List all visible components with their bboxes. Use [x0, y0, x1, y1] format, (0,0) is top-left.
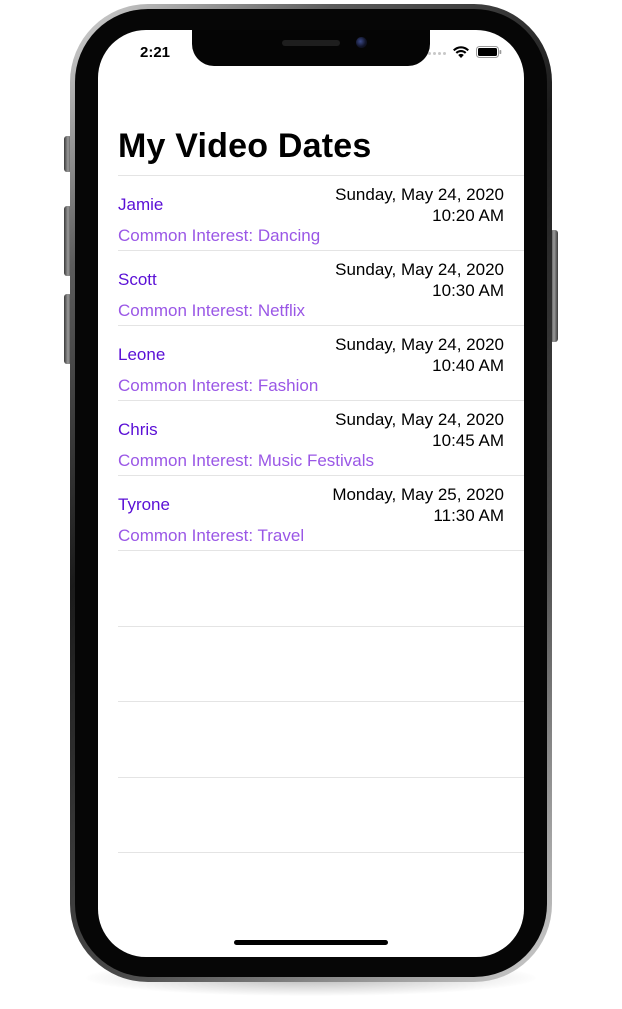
wifi-icon	[453, 46, 469, 58]
date-label: Sunday, May 24, 2020	[335, 410, 504, 429]
list-item[interactable]: Leone Sunday, May 24, 2020 10:40 AM Comm…	[118, 325, 524, 400]
front-camera-icon	[356, 37, 367, 48]
match-name: Chris	[118, 420, 158, 439]
list-item[interactable]: Tyrone Monday, May 25, 2020 11:30 AM Com…	[118, 475, 524, 550]
empty-row	[118, 625, 524, 702]
time-label: 10:40 AM	[432, 356, 504, 375]
date-label: Monday, May 25, 2020	[332, 485, 504, 504]
empty-row	[118, 852, 524, 928]
date-label: Sunday, May 24, 2020	[335, 260, 504, 279]
empty-row	[118, 701, 524, 777]
device-mockup: 2:21 My Video Dates Jamie Sunday, May 24…	[0, 0, 622, 1009]
video-dates-list: Jamie Sunday, May 24, 2020 10:20 AM Comm…	[118, 175, 524, 928]
home-indicator[interactable]	[234, 940, 388, 945]
match-name: Tyrone	[118, 495, 170, 514]
match-name: Jamie	[118, 195, 164, 214]
date-time: Monday, May 25, 2020 11:30 AM	[332, 484, 504, 526]
speaker-grille	[282, 40, 340, 46]
date-label: Sunday, May 24, 2020	[335, 185, 504, 204]
cellular-signal-icon	[428, 52, 448, 56]
time-label: 11:30 AM	[433, 506, 504, 525]
status-icons	[428, 44, 508, 60]
common-interest: Common Interest: Travel	[118, 526, 305, 545]
date-label: Sunday, May 24, 2020	[335, 335, 504, 354]
status-time: 2:21	[140, 44, 171, 61]
time-label: 10:30 AM	[432, 281, 504, 300]
list-item[interactable]: Chris Sunday, May 24, 2020 10:45 AM Comm…	[118, 400, 524, 475]
date-time: Sunday, May 24, 2020 10:30 AM	[335, 259, 504, 301]
page-title: My Video Dates	[118, 127, 372, 165]
match-name: Leone	[118, 345, 166, 364]
match-name: Scott	[118, 270, 157, 289]
common-interest: Common Interest: Dancing	[118, 226, 321, 245]
date-time: Sunday, May 24, 2020 10:20 AM	[335, 184, 504, 226]
list-item[interactable]: Scott Sunday, May 24, 2020 10:30 AM Comm…	[118, 250, 524, 325]
common-interest: Common Interest: Music Festivals	[118, 451, 375, 470]
common-interest: Common Interest: Fashion	[118, 376, 319, 395]
notch	[192, 30, 430, 66]
common-interest: Common Interest: Netflix	[118, 301, 306, 320]
time-label: 10:20 AM	[432, 206, 504, 225]
time-label: 10:45 AM	[432, 431, 504, 450]
empty-row	[118, 776, 524, 853]
screen: 2:21 My Video Dates Jamie Sunday, May 24…	[98, 30, 524, 957]
empty-row	[118, 550, 524, 626]
list-item[interactable]: Jamie Sunday, May 24, 2020 10:20 AM Comm…	[118, 175, 524, 250]
date-time: Sunday, May 24, 2020 10:40 AM	[335, 334, 504, 376]
date-time: Sunday, May 24, 2020 10:45 AM	[335, 409, 504, 451]
battery-icon	[476, 46, 502, 58]
